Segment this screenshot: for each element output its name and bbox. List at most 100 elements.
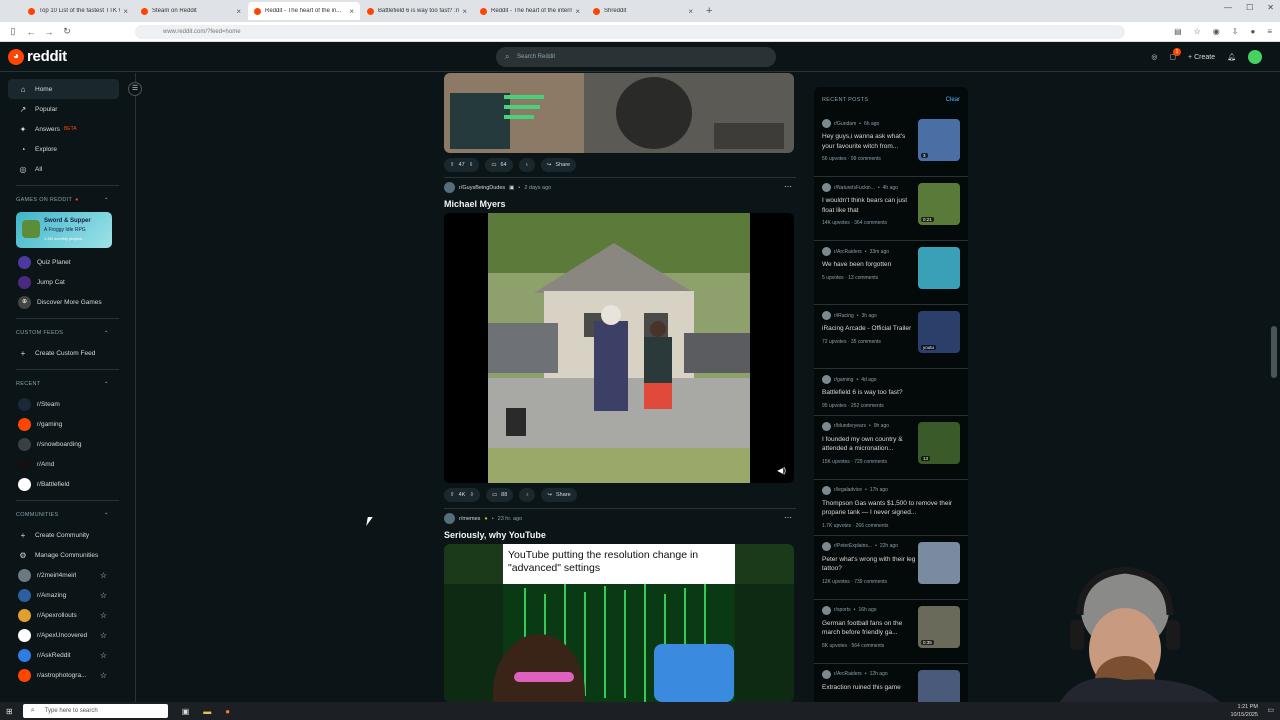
recent-post-subreddit[interactable]: r/ArcRaiders (834, 671, 862, 677)
ads-icon[interactable]: ◎ (1151, 53, 1157, 61)
recent-header[interactable]: RECENT ⌃ (0, 374, 135, 394)
browser-tab[interactable]: Battlefield 6 is way too fast? :r/... × (361, 2, 473, 20)
award-button[interactable]: ♁ (518, 158, 535, 172)
notifications-icon[interactable]: 🔔︎ (1227, 53, 1236, 61)
sidebar-subreddit-item[interactable]: r/ApexUncovered ☆ (0, 625, 135, 645)
post-media[interactable] (444, 73, 794, 153)
taskbar-search-input[interactable]: ⌕ Type here to search (22, 704, 168, 718)
downvote-icon[interactable]: ⇩ (469, 492, 474, 498)
recent-post-subreddit[interactable]: r/legaladvice (834, 487, 862, 493)
tab-close-icon[interactable]: × (123, 7, 128, 16)
upvote-icon[interactable]: ⇧ (450, 162, 455, 168)
sidebar-subreddit-item[interactable]: r/Battlefield (0, 474, 135, 494)
recent-post-thumbnail[interactable]: 3 (918, 119, 960, 161)
recent-post-subreddit[interactable]: r/sports (834, 607, 851, 613)
recent-post-item[interactable]: r/ArcRaiders • 33m ago We have been forgott… (814, 241, 968, 305)
subreddit-name[interactable]: r/GuysBeingDudes (459, 185, 505, 191)
recent-post-title[interactable]: I wouldn't think bears can just float li… (822, 196, 918, 215)
chat-icon[interactable]: ▢ 1 (1169, 48, 1182, 61)
menu-icon[interactable]: ≡ (1267, 27, 1272, 36)
new-tab-button[interactable]: + (706, 5, 712, 17)
comments-button[interactable]: ▭ 64 (485, 158, 513, 172)
post-image[interactable]: YouTube putting the resolution change in… (444, 544, 794, 702)
recent-post-title[interactable]: German football fans on the march before… (822, 619, 918, 638)
vote-control[interactable]: ⇧ 47 ⇩ (444, 158, 480, 172)
url-field[interactable]: www.reddit.com/?feed=home (135, 25, 1125, 39)
post-title[interactable]: Seriously, why YouTube (444, 530, 546, 540)
favorite-star-icon[interactable]: ☆ (100, 651, 107, 660)
share-button[interactable]: ↪ Share (540, 158, 577, 172)
recent-post-thumbnail[interactable]: 0:21 (918, 183, 960, 225)
favorite-star-icon[interactable]: ☆ (100, 671, 107, 680)
tab-close-icon[interactable]: × (688, 7, 693, 16)
share-button[interactable]: ↪ Share (541, 488, 577, 502)
sidebar-item-popular[interactable]: ↗ Popular (0, 99, 135, 119)
game-card-sword-supper[interactable]: Sword & Supper A Froggy Idle RPG 1.2M mo… (16, 212, 112, 248)
reddit-logo[interactable]: ◕ reddit (8, 48, 67, 65)
sidebar-item-explore[interactable]: ◔ Explore (0, 139, 135, 159)
recent-post-thumbnail[interactable]: 13 (918, 421, 960, 464)
sidebar-subreddit-item[interactable]: r/gaming (0, 414, 135, 434)
sidebar-subreddit-item[interactable]: r/Amd (0, 454, 135, 474)
profile-icon[interactable]: ● (1250, 27, 1255, 36)
sidebar-item-all[interactable]: ◎ All (0, 159, 135, 179)
sidebar-subreddit-item[interactable]: r/astrophotogra... ☆ (0, 665, 135, 685)
recent-post-subreddit[interactable]: r/gaming (834, 377, 853, 383)
reader-icon[interactable]: ▤ (1174, 27, 1182, 36)
recent-post-subreddit[interactable]: r/NatureIsFuckin... (834, 185, 875, 191)
task-view-icon[interactable]: ▣ (182, 707, 190, 716)
downvote-icon[interactable]: ⇩ (469, 162, 474, 168)
close-window-icon[interactable]: ✕ (1267, 3, 1274, 12)
sidebar-game-item[interactable]: Jump Cat (0, 272, 135, 292)
sidebar-subreddit-item[interactable]: r/2meirl4meirl ☆ (0, 565, 135, 585)
recent-post-title[interactable]: Peter what's wrong with their leg tattoo… (822, 555, 918, 574)
sidebar-subreddit-item[interactable]: r/snowboarding (0, 434, 135, 454)
manage-communities[interactable]: ⚙︎ Manage Communities (0, 545, 135, 565)
recent-post-title[interactable]: Thompson Gas wants $1,500 to remove thei… (822, 499, 958, 518)
recent-post-item[interactable]: r/Gundam • 6h ago Hey guys,i wanna ask what… (814, 113, 968, 177)
upvote-icon[interactable]: ⇧ (450, 492, 455, 498)
forward-icon[interactable]: → (44, 27, 54, 37)
recent-post-item[interactable]: r/gaming • 4d ago Battlefield 6 is way too … (814, 369, 968, 416)
sidebar-toggle-icon[interactable]: ▯ (8, 26, 18, 37)
sidebar-game-item[interactable]: Quiz Planet (0, 252, 135, 272)
collapse-sidebar-button[interactable]: ☰ (128, 82, 142, 96)
communities-header[interactable]: COMMUNITIES ⌃ (0, 505, 135, 525)
subreddit-name[interactable]: r/memes (459, 516, 480, 522)
recent-post-subreddit[interactable]: r/blunderyears (834, 423, 866, 429)
more-options-icon[interactable]: ⋯ (784, 513, 792, 522)
recent-post-subreddit[interactable]: r/Gundam (834, 121, 856, 127)
recent-post-item[interactable]: r/blunderyears • 9h ago I founded my own co… (814, 416, 968, 480)
sidebar-game-item[interactable]: ⊕ Discover More Games (0, 292, 135, 312)
browser-tab[interactable]: Top 10 List of the fastest TTK W... × (22, 2, 134, 20)
download-icon[interactable]: ⇩ (1232, 27, 1239, 36)
recent-post-item[interactable]: r/PeterExplains... • 22h ago Peter what's w… (814, 536, 968, 600)
sidebar-subreddit-item[interactable]: r/Apexrollouts ☆ (0, 605, 135, 625)
recent-post-item[interactable]: r/NatureIsFuckin... • 4h ago I wouldn't thi… (814, 177, 968, 241)
browser-tab[interactable]: Reddit - The heart of the intern... × (474, 2, 586, 20)
tab-close-icon[interactable]: × (462, 7, 467, 16)
award-button[interactable]: ♁ (519, 488, 536, 502)
favorite-star-icon[interactable]: ☆ (100, 611, 107, 620)
page-scrollbar[interactable] (1271, 326, 1277, 378)
recent-post-title[interactable]: Hey guys,i wanna ask what's your favouri… (822, 132, 918, 151)
search-input[interactable]: ⌕ Search Reddit (496, 47, 776, 67)
sidebar-item-home[interactable]: ⌂ Home (8, 79, 119, 99)
browser-tab[interactable]: Steam on Reddit × (135, 2, 247, 20)
recent-post-title[interactable]: We have been forgotten (822, 260, 918, 270)
more-options-icon[interactable]: ⋯ (784, 182, 792, 191)
sidebar-subreddit-item[interactable]: r/AskReddit ☆ (0, 645, 135, 665)
create-custom-feed[interactable]: + Create Custom Feed (0, 343, 135, 363)
extension-icon[interactable]: ◉ (1213, 27, 1220, 36)
back-icon[interactable]: ← (26, 27, 36, 37)
recent-post-item[interactable]: r/sports • 16h ago German football fans on … (814, 600, 968, 664)
favorite-star-icon[interactable]: ☆ (100, 591, 107, 600)
subreddit-avatar[interactable] (444, 513, 455, 524)
browser-tab[interactable]: Reddit - The heart of the in... × (248, 2, 360, 20)
tab-close-icon[interactable]: × (236, 7, 241, 16)
file-explorer-icon[interactable]: ▬ (203, 707, 211, 716)
minimize-icon[interactable]: — (1224, 3, 1232, 12)
firefox-icon[interactable]: ● (225, 707, 230, 716)
custom-feeds-header[interactable]: CUSTOM FEEDS ⌃ (0, 323, 135, 343)
sidebar-subreddit-item[interactable]: r/Amazing ☆ (0, 585, 135, 605)
